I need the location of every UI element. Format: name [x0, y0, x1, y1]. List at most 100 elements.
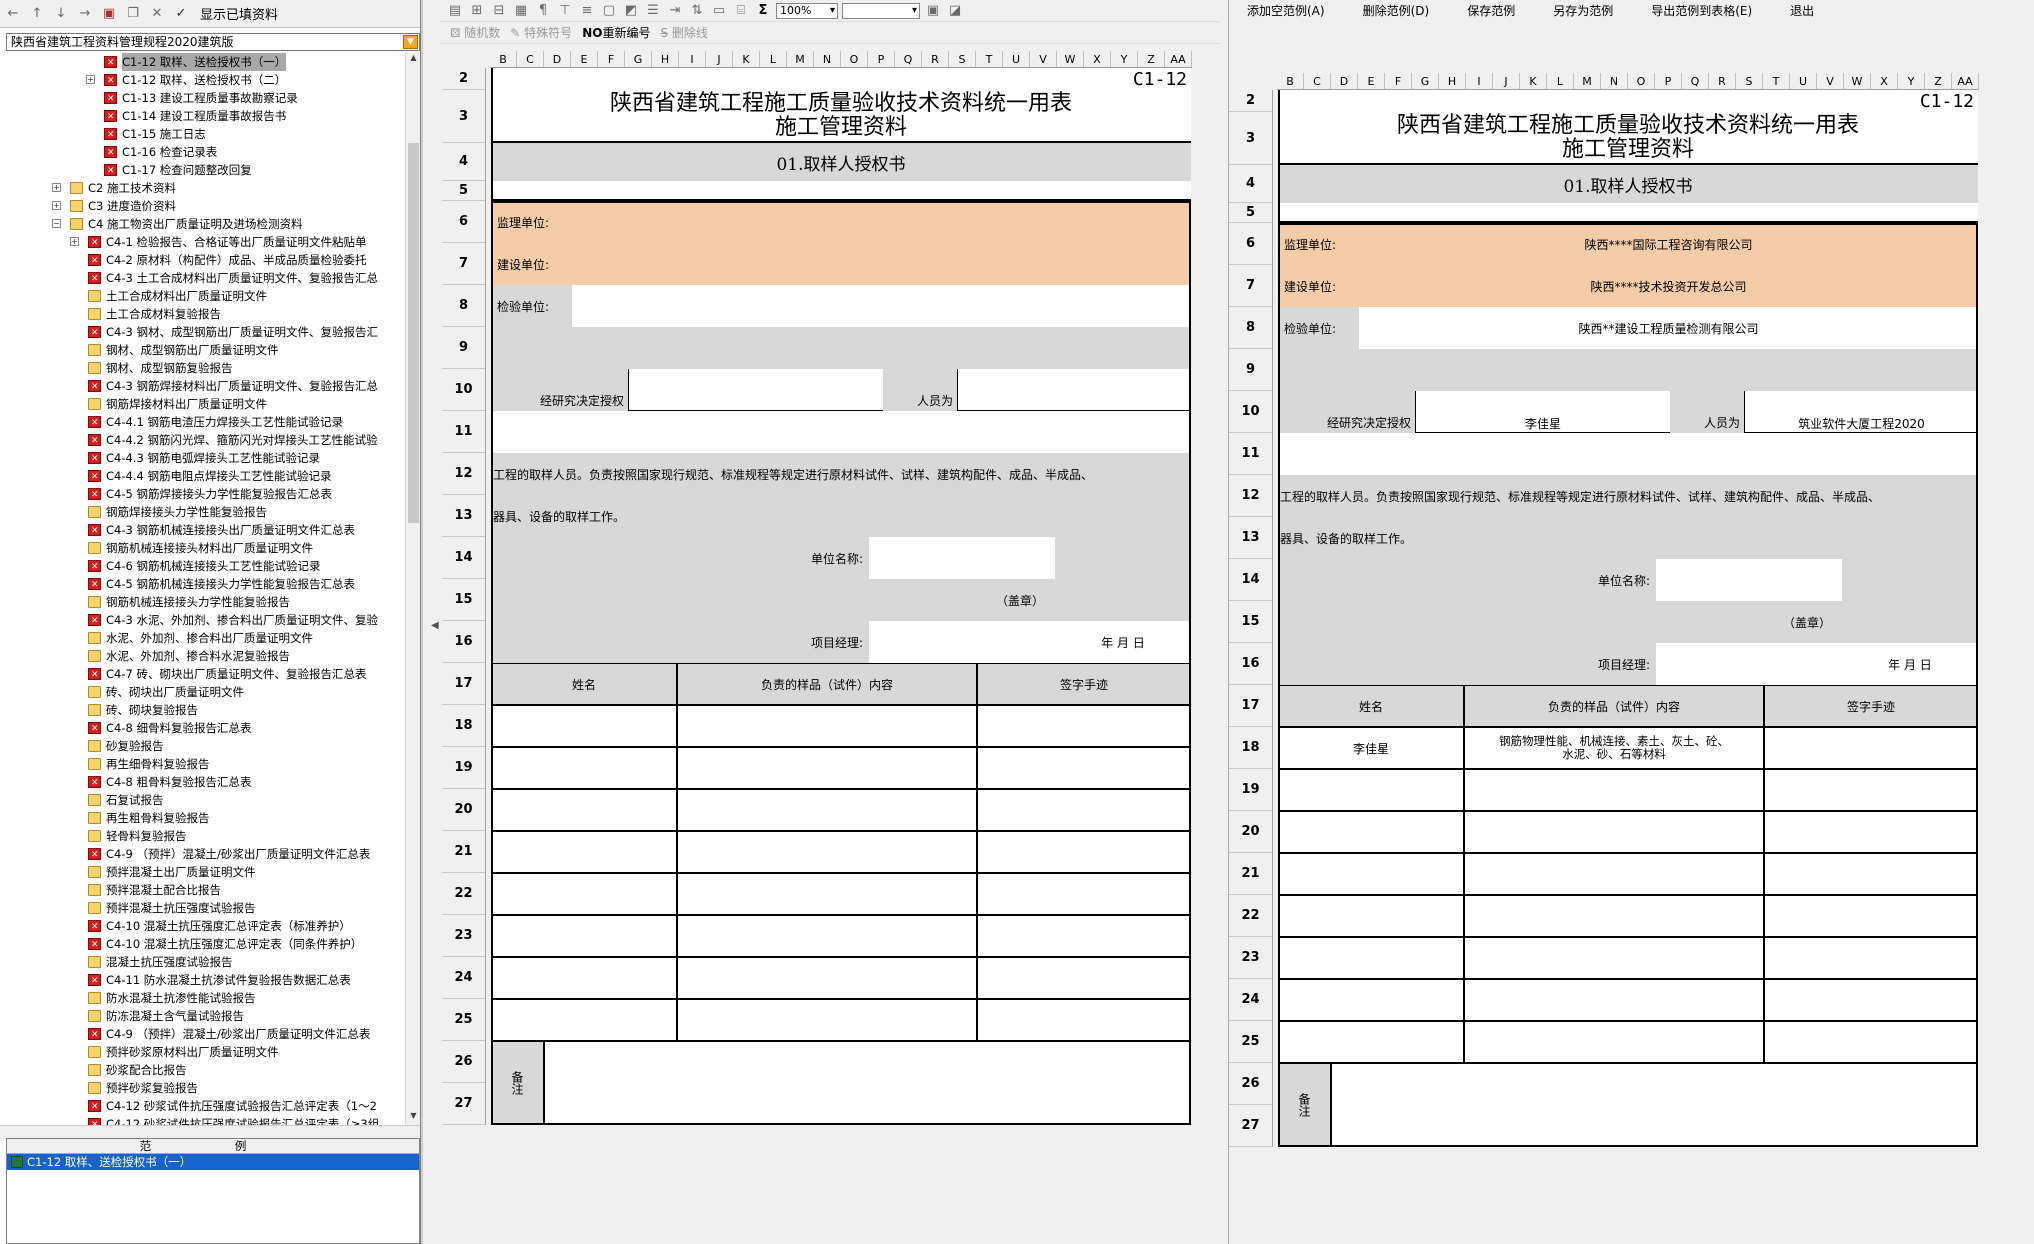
tree-item[interactable]: 再生粗骨料复验报告: [0, 809, 405, 827]
row-label[interactable]: 18: [442, 705, 485, 747]
column-label[interactable]: B: [1277, 73, 1304, 89]
tree-item[interactable]: 混凝土抗压强度试验报告: [0, 953, 405, 971]
column-label[interactable]: L: [1547, 73, 1574, 89]
person-row-content[interactable]: [677, 831, 977, 873]
tree-item[interactable]: C1-14 建设工程质量事故报告书: [0, 107, 405, 125]
person-row-name[interactable]: [491, 999, 677, 1041]
row-label[interactable]: 21: [1229, 853, 1272, 895]
person-row-name[interactable]: [491, 873, 677, 915]
row-label[interactable]: 4: [1229, 165, 1272, 203]
tree-item[interactable]: 石复试报告: [0, 791, 405, 809]
person-row-sign[interactable]: [1764, 811, 1978, 853]
image-icon[interactable]: ▭: [710, 2, 728, 20]
person-row-sign[interactable]: [977, 999, 1191, 1041]
tree-item[interactable]: C4-11 防水混凝土抗渗试件复验报告数据汇总表: [0, 971, 405, 989]
column-label[interactable]: Q: [1682, 73, 1709, 89]
line-style-select[interactable]: [842, 2, 920, 19]
column-label[interactable]: Q: [895, 51, 922, 67]
expand-icon[interactable]: +: [52, 201, 61, 210]
tester-field[interactable]: 陕西**建设工程质量检测有限公司: [1359, 307, 1978, 349]
renumber-button[interactable]: NO重新编号: [582, 24, 650, 41]
person-row-sign[interactable]: [977, 831, 1191, 873]
tree-item[interactable]: C4-4.1 钢筋电渣压力焊接头工艺性能试验记录: [0, 413, 405, 431]
column-label[interactable]: X: [1084, 51, 1111, 67]
tree-item[interactable]: 钢材、成型钢筋复验报告: [0, 359, 405, 377]
delete-icon[interactable]: ✕: [148, 5, 166, 23]
tree-item[interactable]: 水泥、外加剂、掺合料出厂质量证明文件: [0, 629, 405, 647]
person-row-name[interactable]: [1278, 937, 1464, 979]
tree-item[interactable]: 钢筋焊接材料出厂质量证明文件: [0, 395, 405, 413]
column-label[interactable]: M: [1574, 73, 1601, 89]
column-label[interactable]: O: [841, 51, 868, 67]
column-label[interactable]: P: [868, 51, 895, 67]
delete-line-button[interactable]: S̶ 删除线: [660, 24, 707, 41]
tree-item[interactable]: C4-3 钢筋焊接材料出厂质量证明文件、复验报告汇总: [0, 377, 405, 395]
tree-item[interactable]: 再生细骨料复验报告: [0, 755, 405, 773]
column-label[interactable]: U: [1790, 73, 1817, 89]
row-label[interactable]: 4: [442, 143, 485, 181]
column-label[interactable]: J: [706, 51, 733, 67]
person-row-sign[interactable]: [1764, 727, 1978, 769]
row-label[interactable]: 24: [1229, 979, 1272, 1021]
person-row-content[interactable]: [677, 873, 977, 915]
row-label[interactable]: 5: [442, 181, 485, 201]
person-row-content[interactable]: [677, 789, 977, 831]
person-row-sign[interactable]: [1764, 769, 1978, 811]
column-label[interactable]: D: [544, 51, 571, 67]
column-label[interactable]: Y: [1898, 73, 1925, 89]
tree-item[interactable]: 钢筋机械连接接头力学性能复验报告: [0, 593, 405, 611]
tree-item[interactable]: C4-9 （预拌）混凝土/砂浆出厂质量证明文件汇总表: [0, 1025, 405, 1043]
row-label[interactable]: 12: [1229, 475, 1272, 517]
project-field[interactable]: [957, 369, 1191, 411]
person-row-name[interactable]: [1278, 1021, 1464, 1063]
person-row-sign[interactable]: [977, 873, 1191, 915]
expand-icon[interactable]: +: [52, 183, 61, 192]
column-label[interactable]: V: [1030, 51, 1057, 67]
tree-item[interactable]: + C1-12 取样、送检授权书（二）: [0, 71, 405, 89]
person-row-name[interactable]: [491, 705, 677, 747]
arrow-left-icon[interactable]: ←: [4, 5, 22, 23]
person-row-sign[interactable]: [1764, 853, 1978, 895]
person-field[interactable]: 李佳星: [1415, 391, 1670, 433]
column-label[interactable]: Y: [1111, 51, 1138, 67]
person-row-sign[interactable]: [977, 705, 1191, 747]
column-label[interactable]: E: [571, 51, 598, 67]
column-label[interactable]: AA: [1952, 73, 1979, 89]
row-label[interactable]: 6: [1229, 223, 1272, 265]
tree-item[interactable]: 防冻混凝土含气量试验报告: [0, 1007, 405, 1025]
column-label[interactable]: M: [787, 51, 814, 67]
show-filled-button[interactable]: 显示已填资料: [200, 4, 278, 23]
tree-item[interactable]: C4-10 混凝土抗压强度汇总评定表（标准养护）: [0, 917, 405, 935]
insert-row-icon[interactable]: ⊞: [468, 2, 486, 20]
column-label[interactable]: I: [1466, 73, 1493, 89]
tree-item[interactable]: C4-12 砂浆试件抗压强度试验报告汇总评定表（≥3组: [0, 1115, 405, 1125]
tree-item[interactable]: C4-5 钢筋机械连接接头力学性能复验报告汇总表: [0, 575, 405, 593]
tree-item[interactable]: 土工合成材料复验报告: [0, 305, 405, 323]
row-label[interactable]: 19: [1229, 769, 1272, 811]
row-label[interactable]: 16: [1229, 643, 1272, 685]
row-label[interactable]: 20: [442, 789, 485, 831]
tree-hscrollbar[interactable]: [0, 1125, 420, 1139]
tree-item[interactable]: C4-2 原材料（构配件）成品、半成品质量检验委托: [0, 251, 405, 269]
example-menu-item[interactable]: 添加空范例(A): [1229, 2, 1345, 19]
column-label[interactable]: AA: [1165, 51, 1192, 67]
person-row-name[interactable]: [1278, 979, 1464, 1021]
panel-splitter[interactable]: ◀: [422, 0, 440, 1244]
row-label[interactable]: 6: [442, 201, 485, 243]
expand-icon[interactable]: +: [86, 75, 95, 84]
row-label[interactable]: 15: [442, 579, 485, 621]
person-row-sign[interactable]: [977, 957, 1191, 999]
align-icon[interactable]: ≡: [578, 2, 596, 20]
new-doc-icon[interactable]: ▣: [100, 5, 118, 23]
sort-icon[interactable]: ⇅: [688, 2, 706, 20]
column-label[interactable]: C: [1304, 73, 1331, 89]
row-label[interactable]: 14: [1229, 559, 1272, 601]
row-label[interactable]: 17: [1229, 685, 1272, 727]
tree-item[interactable]: 防水混凝土抗渗性能试验报告: [0, 989, 405, 1007]
tree-item[interactable]: C4-8 细骨料复验报告汇总表: [0, 719, 405, 737]
tree-item[interactable]: C4-7 砖、砌块出厂质量证明文件、复验报告汇总表: [0, 665, 405, 683]
tree-item[interactable]: C1-16 检查记录表: [0, 143, 405, 161]
pm-field[interactable]: [1656, 643, 1842, 685]
tree-item[interactable]: + C3 进度造价资料: [0, 197, 405, 215]
person-row-name[interactable]: [1278, 769, 1464, 811]
